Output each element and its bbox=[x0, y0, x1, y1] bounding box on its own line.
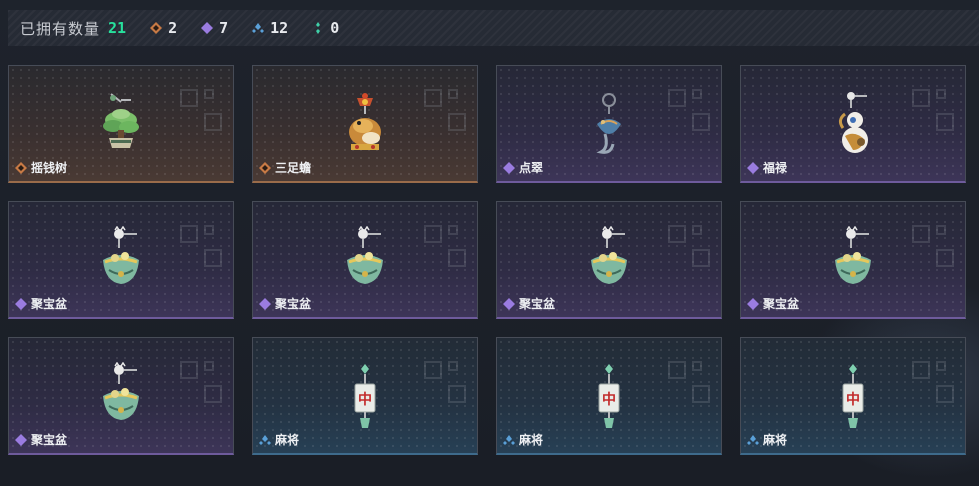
collection-page: 已拥有数量 21 2 7 12 0 摇钱树 三足蟾 点翠 福禄 聚宝盆 聚宝盆 … bbox=[0, 0, 979, 486]
background-pattern-icon bbox=[668, 361, 710, 403]
blue-rarity-count: 12 bbox=[270, 19, 289, 37]
purple-rarity-icon bbox=[503, 161, 515, 174]
orange-rarity-stat: 2 bbox=[150, 19, 177, 37]
pendant-card[interactable]: 聚宝盆 bbox=[8, 201, 234, 319]
blue-rarity-icon bbox=[252, 23, 265, 33]
purple-rarity-icon bbox=[747, 297, 759, 310]
background-pattern-icon bbox=[912, 89, 954, 131]
orange-rarity-icon bbox=[259, 161, 271, 174]
background-pattern-icon bbox=[180, 225, 222, 267]
mahjong-tile-pendant-icon: 中 bbox=[598, 364, 620, 428]
pendant-card[interactable]: 摇钱树 bbox=[8, 65, 234, 183]
pendant-label: 聚宝盆 bbox=[15, 295, 67, 312]
pendant-label: 麻将 bbox=[259, 431, 299, 448]
background-pattern-icon bbox=[424, 361, 466, 403]
owned-count-title: 已拥有数量 bbox=[20, 19, 101, 38]
pendant-card[interactable]: 聚宝盆 bbox=[496, 201, 722, 319]
pendant-grid: 摇钱树 三足蟾 点翠 福禄 聚宝盆 聚宝盆 聚宝盆 聚宝盆 聚宝盆 中 麻将 中… bbox=[8, 65, 966, 455]
mahjong-tile-pendant-icon: 中 bbox=[354, 364, 376, 428]
pendant-card[interactable]: 中 麻将 bbox=[496, 337, 722, 455]
pendant-label: 点翠 bbox=[503, 159, 543, 176]
background-pattern-icon bbox=[424, 89, 466, 131]
treasure-bowl-pendant-icon bbox=[103, 226, 139, 284]
mahjong-tile-pendant-icon: 中 bbox=[842, 364, 864, 428]
background-pattern-icon bbox=[180, 361, 222, 403]
pendant-label: 聚宝盆 bbox=[503, 295, 555, 312]
purple-rarity-icon bbox=[15, 433, 27, 446]
purple-rarity-icon bbox=[15, 297, 27, 310]
purple-rarity-icon bbox=[747, 161, 759, 174]
pendant-name: 摇钱树 bbox=[31, 161, 68, 175]
green-rarity-stat: 0 bbox=[312, 19, 339, 37]
pendant-name: 聚宝盆 bbox=[763, 297, 800, 311]
pendant-label: 聚宝盆 bbox=[15, 431, 67, 448]
pendant-card[interactable]: 中 麻将 bbox=[740, 337, 966, 455]
orange-rarity-count: 2 bbox=[168, 19, 178, 37]
pendant-name: 聚宝盆 bbox=[519, 297, 556, 311]
pendant-label: 麻将 bbox=[503, 431, 543, 448]
treasure-bowl-pendant-icon bbox=[103, 362, 139, 420]
pendant-name: 三足蟾 bbox=[275, 161, 312, 175]
pendant-name: 福禄 bbox=[763, 161, 788, 175]
orange-rarity-icon bbox=[15, 161, 27, 174]
pendant-card[interactable]: 点翠 bbox=[496, 65, 722, 183]
pendant-card[interactable]: 福禄 bbox=[740, 65, 966, 183]
pendant-label: 聚宝盆 bbox=[747, 295, 799, 312]
pendant-name: 麻将 bbox=[763, 433, 788, 447]
pendant-name: 点翠 bbox=[519, 161, 544, 175]
green-rarity-count: 0 bbox=[330, 19, 340, 37]
pendant-name: 麻将 bbox=[275, 433, 300, 447]
blue-rarity-icon bbox=[259, 434, 271, 445]
background-pattern-icon bbox=[912, 225, 954, 267]
pendant-card[interactable]: 聚宝盆 bbox=[740, 201, 966, 319]
pendant-name: 麻将 bbox=[519, 433, 544, 447]
background-pattern-icon bbox=[424, 225, 466, 267]
pendant-label: 摇钱树 bbox=[15, 159, 67, 176]
blue-rarity-icon bbox=[747, 434, 759, 445]
pendant-card[interactable]: 中 麻将 bbox=[252, 337, 478, 455]
mahjong-tile-glyph: 中 bbox=[358, 391, 372, 408]
gourd-pendant-icon bbox=[838, 92, 868, 153]
pendant-name: 聚宝盆 bbox=[31, 297, 68, 311]
purple-rarity-icon bbox=[259, 297, 271, 310]
treasure-bowl-pendant-icon bbox=[835, 226, 871, 284]
mahjong-tile-glyph: 中 bbox=[602, 391, 616, 408]
owned-count-bar: 已拥有数量 21 2 7 12 0 bbox=[8, 10, 979, 46]
pendant-card[interactable]: 聚宝盆 bbox=[252, 201, 478, 319]
blue-rarity-stat: 12 bbox=[252, 19, 288, 37]
pendant-label: 聚宝盆 bbox=[259, 295, 311, 312]
background-pattern-icon bbox=[180, 89, 222, 131]
purple-rarity-icon bbox=[201, 22, 214, 34]
pendant-card[interactable]: 聚宝盆 bbox=[8, 337, 234, 455]
background-pattern-icon bbox=[668, 225, 710, 267]
purple-rarity-stat: 7 bbox=[201, 19, 228, 37]
pendant-card[interactable]: 三足蟾 bbox=[252, 65, 478, 183]
kingfisher-pendant-icon bbox=[596, 93, 621, 154]
three-legged-toad-pendant-icon bbox=[349, 93, 381, 150]
purple-rarity-icon bbox=[503, 297, 515, 310]
pendant-name: 聚宝盆 bbox=[275, 297, 312, 311]
mahjong-tile-glyph: 中 bbox=[846, 391, 860, 408]
treasure-bowl-pendant-icon bbox=[347, 226, 383, 284]
pendant-label: 福禄 bbox=[747, 159, 787, 176]
background-pattern-icon bbox=[668, 89, 710, 131]
pendant-label: 麻将 bbox=[747, 431, 787, 448]
money-tree-pendant-icon bbox=[103, 93, 139, 148]
pendant-label: 三足蟾 bbox=[259, 159, 311, 176]
pendant-name: 聚宝盆 bbox=[31, 433, 68, 447]
treasure-bowl-pendant-icon bbox=[591, 226, 627, 284]
blue-rarity-icon bbox=[503, 434, 515, 445]
purple-rarity-count: 7 bbox=[219, 19, 229, 37]
background-pattern-icon bbox=[912, 361, 954, 403]
green-rarity-icon bbox=[316, 22, 321, 34]
owned-count-total: 21 bbox=[108, 19, 127, 37]
orange-rarity-icon bbox=[150, 22, 163, 34]
